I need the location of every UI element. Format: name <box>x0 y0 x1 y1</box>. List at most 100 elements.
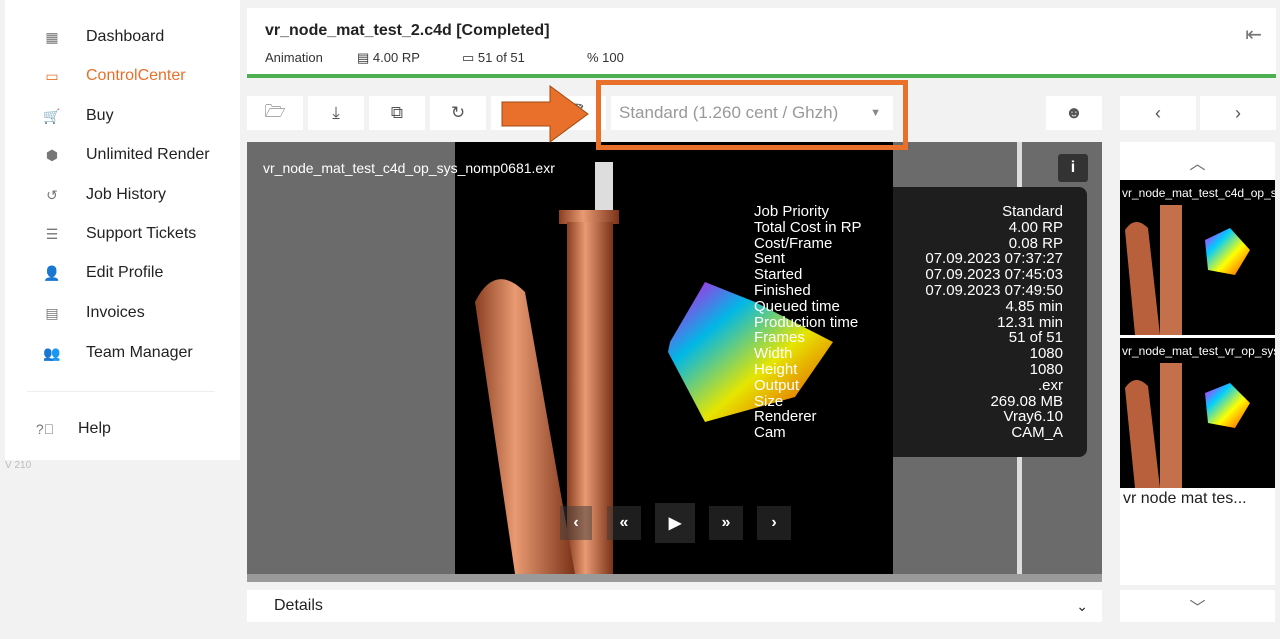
copy-button[interactable]: ⧉ <box>369 96 425 130</box>
sidebar-item-label: Invoices <box>86 304 145 321</box>
sidebar-item-label: Buy <box>86 107 114 124</box>
history-icon: ↺ <box>46 186 58 203</box>
thumbnail-label: vr_node_mat_test_c4d_op_sys <box>1122 186 1275 200</box>
download-button[interactable]: ⤓ <box>308 96 364 130</box>
info-row: Finished 07.09.2023 07:49:50 <box>754 283 1063 299</box>
details-accordion[interactable]: Details ⌄ <box>247 590 1102 622</box>
highlight-box <box>596 80 908 150</box>
support-button[interactable]: ☻ <box>1046 96 1102 130</box>
image-filename: vr_node_mat_test_c4d_op_sys_nomp0681.exr <box>263 160 555 176</box>
prev-frame-button[interactable]: ‹ <box>560 506 592 540</box>
info-button[interactable]: i <box>1058 154 1088 182</box>
prev-job-button[interactable]: ‹ <box>1120 96 1196 130</box>
redo-icon: ↻ <box>450 103 466 122</box>
sidebar-item-label: Dashboard <box>86 28 165 45</box>
info-value: 07.09.2023 07:37:27 <box>925 250 1063 268</box>
info-key: Cost/Frame <box>754 234 833 252</box>
info-value: Vray6.10 <box>1003 408 1063 426</box>
sidebar: ▦ Dashboard ▭ ControlCenter 🛒 Buy ⬢ Unlimited R… <box>5 0 240 460</box>
version: V 210 <box>5 460 32 471</box>
sidebar-item-label: Team Manager <box>86 344 193 361</box>
sidebar-item-unlimited-render[interactable]: ⬢ Unlimited Render <box>5 138 240 172</box>
divider <box>27 391 215 392</box>
sidebar-item-label: ControlCenter <box>86 67 186 84</box>
job-percent: 100 <box>602 50 624 65</box>
chevron-up-icon[interactable]: ︿ <box>1120 150 1275 174</box>
thumbnail-label: vr_node_mat_test_vr_op_sys <box>1122 344 1275 358</box>
rewind-button[interactable]: « <box>607 506 641 540</box>
info-value: 4.85 min <box>1005 297 1063 315</box>
exit-icon[interactable]: ⇤ <box>1245 22 1262 47</box>
info-value: 0.08 RP <box>1008 234 1063 252</box>
info-row: Sent 07.09.2023 07:37:27 <box>754 251 1063 267</box>
info-key: Height <box>754 360 798 378</box>
sidebar-item-buy[interactable]: 🛒 Buy <box>5 99 240 133</box>
invoice-icon: ▤ <box>45 304 59 321</box>
sidebar-item-edit-profile[interactable]: 👤 Edit Profile <box>5 256 240 290</box>
copy-icon: ⧉ <box>390 103 404 122</box>
thumbnail-list: ︿ vr_node_mat_test_c4d_op_sys vr_node_ma… <box>1120 142 1275 585</box>
info-row: Height 1080 <box>754 362 1063 378</box>
dashboard-icon: ▦ <box>45 28 59 45</box>
chevron-down-icon: ﹀ <box>1189 600 1206 617</box>
job-header: vr_node_mat_test_2.c4d [Completed] Anima… <box>247 8 1276 78</box>
sidebar-item-controlcenter[interactable]: ▭ ControlCenter <box>5 59 240 93</box>
restart-button[interactable]: ↻ <box>430 96 486 130</box>
info-row: Frames 51 of 51 <box>754 330 1063 346</box>
info-value: Standard <box>1002 203 1063 220</box>
horizontal-scrollbar[interactable] <box>247 574 1102 582</box>
team-icon: 👥 <box>43 344 61 361</box>
frames-icon: ▭ <box>462 50 478 65</box>
sidebar-item-label: Edit Profile <box>86 264 164 281</box>
info-key: Frames <box>754 329 805 347</box>
arrow-annotation-icon <box>501 85 589 143</box>
help-icon: ?⃝ <box>35 421 55 437</box>
play-button[interactable]: ▶ <box>655 503 695 543</box>
info-key: Job Priority <box>754 203 830 220</box>
info-value: 269.08 MB <box>990 392 1063 410</box>
user-edit-icon: 👤 <box>43 264 61 281</box>
details-label: Details <box>274 597 323 614</box>
thumbnails-down-button[interactable]: ﹀ <box>1120 590 1275 622</box>
info-row: Width 1080 <box>754 346 1063 362</box>
info-row: Production time 12.31 min <box>754 314 1063 331</box>
open-folder-button[interactable]: 🗁 <box>247 96 303 130</box>
job-info: Job Priority Standard Total Cost in RP 4.00… <box>754 204 1063 441</box>
info-key: Finished <box>754 281 811 299</box>
info-row: Queued time 4.85 min <box>754 297 1063 315</box>
info-value: 4.00 RP <box>1008 218 1063 236</box>
next-job-button[interactable]: › <box>1200 96 1276 130</box>
job-frames: 51 of 51 <box>477 50 525 65</box>
chevron-down-icon: ⌄ <box>1076 597 1088 614</box>
cart-icon: 🛒 <box>43 107 61 124</box>
sidebar-item-invoices[interactable]: ▤ Invoices <box>5 296 240 330</box>
download-icon: ⤓ <box>332 103 340 122</box>
info-row: Started 07.09.2023 07:45:03 <box>754 267 1063 283</box>
next-frame-button[interactable]: › <box>757 506 791 540</box>
thumbnail[interactable]: vr_node_mat_test_c4d_op_sys <box>1120 180 1275 335</box>
info-row: Output .exr <box>754 377 1063 394</box>
sidebar-item-label: Unlimited Render <box>86 146 210 163</box>
job-cost: 4.00 RP <box>372 50 420 65</box>
headset-icon: ☻ <box>1065 103 1083 122</box>
info-row: Cost/Frame 0.08 RP <box>754 234 1063 252</box>
sidebar-item-job-history[interactable]: ↺ Job History <box>5 178 240 212</box>
info-key: Started <box>754 266 803 284</box>
info-key: Size <box>754 392 784 410</box>
info-row: Job Priority Standard <box>754 204 1063 220</box>
sidebar-item-label: Job History <box>86 186 167 203</box>
folder-icon: 🗁 <box>264 101 286 121</box>
info-key: Queued time <box>754 297 840 315</box>
info-key: Cam <box>754 424 786 442</box>
info-value: 1080 <box>1029 360 1063 378</box>
fast-forward-button[interactable]: » <box>709 506 743 540</box>
sidebar-item-team-manager[interactable]: 👥 Team Manager <box>5 336 240 370</box>
sidebar-item-dashboard[interactable]: ▦ Dashboard <box>5 20 240 54</box>
sidebar-item-support-tickets[interactable]: ☰ Support Tickets <box>5 217 240 251</box>
thumbnail-caption: vr node mat tes... <box>1123 490 1247 507</box>
thumbnail[interactable]: vr_node_mat_test_vr_op_sys <box>1120 338 1275 488</box>
box-icon: ⬢ <box>45 146 59 163</box>
sidebar-item-help[interactable]: ?⃝ Help <box>5 412 240 446</box>
info-value: 07.09.2023 07:49:50 <box>925 281 1063 299</box>
sidebar-item-label: Support Tickets <box>86 225 197 242</box>
